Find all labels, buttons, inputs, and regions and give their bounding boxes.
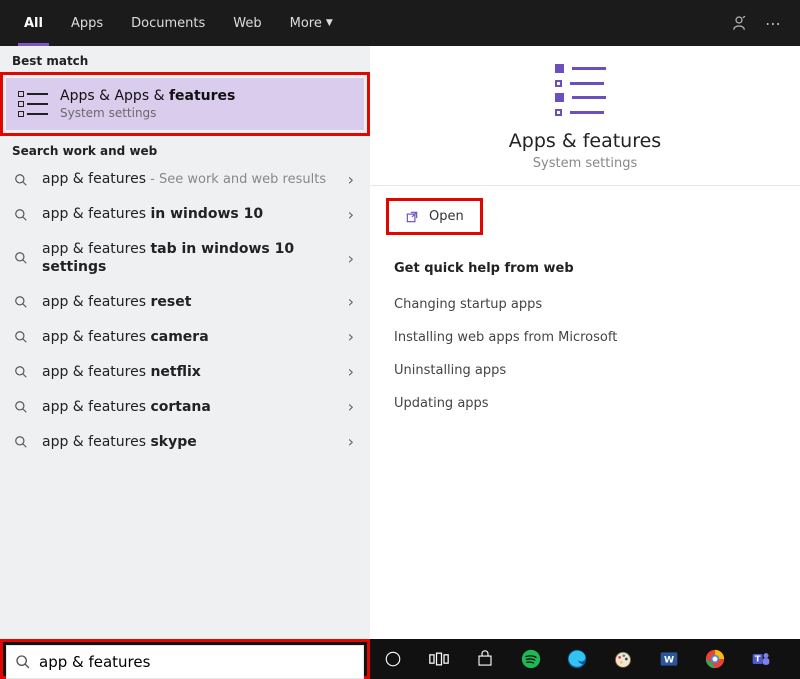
open-icon bbox=[405, 210, 419, 224]
suggestion-text: app & features cortana bbox=[42, 398, 332, 416]
search-input[interactable] bbox=[39, 653, 355, 671]
filter-tabs: All Apps Documents Web More ▼ bbox=[10, 0, 347, 46]
suggestion-item[interactable]: app & features reset › bbox=[0, 284, 370, 319]
suggestion-item[interactable]: app & features camera › bbox=[0, 319, 370, 354]
tab-apps[interactable]: Apps bbox=[57, 0, 117, 46]
taskbar-cortana-icon[interactable] bbox=[370, 639, 416, 679]
suggestion-item[interactable]: app & features tab in windows 10 setting… bbox=[0, 232, 370, 284]
chevron-right-icon: › bbox=[344, 432, 358, 451]
taskbar-chrome-icon[interactable] bbox=[692, 639, 738, 679]
suggestion-item[interactable]: app & features netflix › bbox=[0, 354, 370, 389]
apps-features-icon bbox=[18, 91, 48, 117]
suggestion-item[interactable]: app & features - See work and web result… bbox=[0, 162, 370, 197]
tab-more[interactable]: More ▼ bbox=[276, 0, 347, 46]
taskbar-taskview-icon[interactable] bbox=[416, 639, 462, 679]
help-link[interactable]: Uninstalling apps bbox=[394, 354, 776, 387]
tab-web[interactable]: Web bbox=[219, 0, 275, 46]
suggestion-text: app & features netflix bbox=[42, 363, 332, 381]
search-box[interactable] bbox=[6, 645, 364, 679]
best-match-subtitle: System settings bbox=[60, 106, 235, 120]
chevron-right-icon: › bbox=[344, 397, 358, 416]
preview-subtitle: System settings bbox=[533, 156, 637, 171]
search-icon bbox=[14, 173, 30, 187]
help-link[interactable]: Installing web apps from Microsoft bbox=[394, 321, 776, 354]
preview-title: Apps & features bbox=[509, 130, 661, 152]
search-icon bbox=[14, 330, 30, 344]
chevron-right-icon: › bbox=[344, 362, 358, 381]
search-icon bbox=[14, 435, 30, 449]
tab-documents[interactable]: Documents bbox=[117, 0, 219, 46]
taskbar-edge-icon[interactable] bbox=[554, 639, 600, 679]
taskbar-word-icon[interactable]: W bbox=[646, 639, 692, 679]
best-match-item[interactable]: Apps & Apps & featuresApps & features Sy… bbox=[6, 78, 364, 130]
results-pane: Best match Apps & Apps & featuresApps & … bbox=[0, 46, 370, 639]
svg-text:T: T bbox=[755, 654, 761, 664]
apps-features-large-icon bbox=[555, 64, 615, 116]
suggestion-text: app & features - See work and web result… bbox=[42, 170, 332, 189]
best-match-title: Apps & Apps & featuresApps & features bbox=[60, 88, 235, 104]
open-label: Open bbox=[429, 209, 464, 224]
suggestion-text: app & features tab in windows 10 setting… bbox=[42, 240, 332, 276]
chevron-right-icon: › bbox=[344, 292, 358, 311]
suggestion-item[interactable]: app & features skype › bbox=[0, 424, 370, 459]
taskbar-store-icon[interactable] bbox=[462, 639, 508, 679]
chevron-right-icon: › bbox=[344, 205, 358, 224]
search-icon bbox=[14, 251, 30, 265]
taskbar-spotify-icon[interactable] bbox=[508, 639, 554, 679]
chevron-right-icon: › bbox=[344, 249, 358, 268]
preview-pane: Apps & features System settings Open Get… bbox=[370, 46, 800, 639]
preview-hero: Apps & features System settings bbox=[370, 46, 800, 186]
preview-actions: Open bbox=[370, 186, 800, 247]
suggestion-item[interactable]: app & features in windows 10 › bbox=[0, 197, 370, 232]
suggestion-text: app & features skype bbox=[42, 433, 332, 451]
suggestion-text: app & features in windows 10 bbox=[42, 205, 332, 223]
taskbar-teams-icon[interactable]: T bbox=[738, 639, 784, 679]
chevron-right-icon: › bbox=[344, 327, 358, 346]
feedback-icon[interactable] bbox=[722, 6, 756, 40]
suggestion-text: app & features reset bbox=[42, 293, 332, 311]
best-match-label: Best match bbox=[0, 46, 370, 72]
quick-help-section: Get quick help from web Changing startup… bbox=[370, 247, 800, 434]
search-icon bbox=[14, 208, 30, 222]
search-icon bbox=[14, 295, 30, 309]
search-icon bbox=[15, 654, 31, 670]
suggestion-list: app & features - See work and web result… bbox=[0, 162, 370, 639]
search-web-label: Search work and web bbox=[0, 136, 370, 162]
help-link[interactable]: Changing startup apps bbox=[394, 288, 776, 321]
more-options-icon[interactable]: ⋯ bbox=[756, 6, 790, 40]
tab-more-label: More bbox=[290, 16, 322, 31]
search-box-highlight bbox=[0, 639, 370, 679]
chevron-right-icon: › bbox=[344, 170, 358, 189]
open-button[interactable]: Open bbox=[391, 203, 478, 230]
suggestion-text: app & features camera bbox=[42, 328, 332, 346]
tab-all[interactable]: All bbox=[10, 0, 57, 46]
search-filter-header: All Apps Documents Web More ▼ ⋯ bbox=[0, 0, 800, 46]
search-icon bbox=[14, 365, 30, 379]
help-link[interactable]: Updating apps bbox=[394, 387, 776, 420]
quick-help-title: Get quick help from web bbox=[394, 261, 776, 276]
taskbar-paint-icon[interactable] bbox=[600, 639, 646, 679]
chevron-down-icon: ▼ bbox=[326, 18, 333, 28]
suggestion-item[interactable]: app & features cortana › bbox=[0, 389, 370, 424]
svg-text:W: W bbox=[664, 654, 674, 665]
search-icon bbox=[14, 400, 30, 414]
best-match-highlight: Apps & Apps & featuresApps & features Sy… bbox=[0, 72, 370, 136]
